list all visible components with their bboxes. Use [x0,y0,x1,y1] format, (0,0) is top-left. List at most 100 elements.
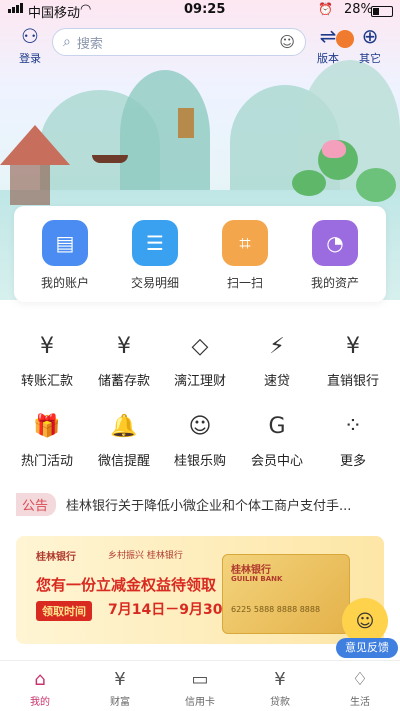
service-label: 桂银乐购 [173,454,226,469]
announcement-badge: 公告 [16,492,57,516]
tab-label: 我的 [30,697,50,708]
lotus-leaf [356,168,396,202]
promo-time-label: 领取时间 [36,601,92,621]
service-label: 微信提醒 [97,454,150,469]
tab-life[interactable]: ♢ 生活 [320,669,400,708]
quick-action-label: 交易明细 [130,276,179,290]
quick-action-transactions[interactable]: ☰ 交易明细 [120,220,190,291]
pavilion [10,165,50,205]
carrier-name: 中国移动 [28,6,81,21]
partner-logo-text: 乡村振兴 桂林银行 [108,551,183,561]
battery-icon [371,6,393,17]
wechat-alert-icon: 🔔 [110,413,138,439]
login-button[interactable]: ⚇ 登录 [10,24,50,66]
version-label: 版本 [317,52,339,65]
bank-logo-text: 桂林银行 [36,552,76,563]
service-hot-activities[interactable]: 🎁 热门活动 [7,408,87,470]
clock: 09:25 [184,2,226,17]
service-transfer[interactable]: ¥ 转账汇款 [7,328,87,390]
tab-label: 贷款 [270,697,290,708]
feedback-label: 意见反馈 [336,638,398,658]
tab-label: 信用卡 [185,697,215,708]
service-shopping[interactable]: ☺ 桂银乐购 [160,408,240,470]
service-label: 更多 [339,454,366,469]
service-label: 会员中心 [250,454,303,469]
credit-card-icon: ▭ [191,669,209,690]
login-label: 登录 [19,52,41,65]
promo-banner[interactable]: 桂林银行 乡村振兴 桂林银行 您有一份立减金权益待领取 领取时间 7月14日－9… [16,536,384,644]
gift-icon: 🎁 [33,413,61,439]
service-label: 速贷 [263,374,290,389]
service-label: 漓江理财 [173,374,226,389]
other-button[interactable]: ⊕ 其它 [350,24,390,66]
bottom-tab-bar: ⌂ 我的 ¥ 财富 ▭ 信用卡 ¥ 贷款 ♢ 生活 [0,660,400,711]
search-icon: ⌕ [63,34,71,50]
status-bar: 中国移动 ◠ 09:25 ⏰ 28% [0,0,400,22]
service-member-center[interactable]: G 会员中心 [237,408,317,470]
home-icon: ⌂ [34,669,46,690]
account-card-icon: ▤ [42,220,88,266]
transaction-list-icon: ☰ [132,220,178,266]
tab-label: 财富 [110,697,130,708]
tab-loan[interactable]: ¥ 贷款 [240,669,320,708]
card-bank-sub: GUILIN BANK [231,575,283,583]
card-number: 6225 5888 8888 8888 [231,605,321,614]
assets-pie-icon: ◔ [312,220,358,266]
assistant-robot-icon[interactable]: ☺ [279,33,295,51]
service-label: 储蓄存款 [97,374,150,389]
more-grid-icon: ⁘ [343,413,363,439]
mountain [120,70,210,200]
promo-date-range: 7月14日－9月30日 [108,602,237,618]
quick-actions-card: ▤ 我的账户 ☰ 交易明细 ⌗ 扫一扫 ◔ 我的资产 [14,206,386,302]
plus-circle-icon: ⊕ [361,24,379,48]
quick-action-my-account[interactable]: ▤ 我的账户 [30,220,100,291]
boat [92,155,128,163]
service-more[interactable]: ⁘ 更多 [313,408,393,470]
quick-action-label: 扫一扫 [226,276,263,290]
service-label: 热门活动 [20,454,73,469]
quick-action-label: 我的资产 [310,276,359,290]
signal-icon [8,3,23,13]
service-label: 直销银行 [326,374,379,389]
shopping-bag-icon: ☺ [188,413,212,439]
feedback-button[interactable]: ☺ 意见反馈 [334,598,400,660]
life-bag-icon: ♢ [351,669,369,690]
credit-card-image: 桂林银行 GUILIN BANK 6225 5888 8888 8888 [222,554,350,634]
service-direct-bank[interactable]: ¥ 直销银行 [313,328,393,390]
service-wechat-alert[interactable]: 🔔 微信提醒 [84,408,164,470]
wealth-icon: ◇ [191,333,209,359]
transfer-icon: ¥ [40,333,54,359]
loan-tab-icon: ¥ [274,669,286,690]
user-icon: ⚇ [21,24,39,48]
version-button[interactable]: ⇌ 版本 [308,24,348,66]
service-wealth[interactable]: ◇ 漓江理财 [160,328,240,390]
other-label: 其它 [359,52,381,65]
service-label: 转账汇款 [20,374,73,389]
switch-icon: ⇌ [319,24,337,48]
member-icon: G [268,413,286,439]
service-savings[interactable]: ¥ 储蓄存款 [84,328,164,390]
direct-bank-icon: ¥ [346,333,360,359]
card-bank-name: 桂林银行 [231,565,271,576]
quick-action-my-assets[interactable]: ◔ 我的资产 [300,220,370,291]
search-input[interactable]: ⌕ 搜索 ☺ [52,28,306,56]
tab-wealth[interactable]: ¥ 财富 [80,669,160,708]
wealth-tab-icon: ¥ [114,669,126,690]
promo-title: 您有一份立减金权益待领取 [36,576,217,594]
alarm-icon: ⏰ [318,2,333,16]
announcement-text: 桂林银行关于降低小微企业和个体工商户支付手... [66,498,352,514]
search-placeholder: 搜索 [76,36,103,52]
announcement-bar[interactable]: 公告 桂林银行关于降低小微企业和个体工商户支付手... [16,492,386,516]
service-loan[interactable]: ⚡ 速贷 [237,328,317,390]
battery-percent: 28% [344,2,373,17]
lotus-flower [322,140,346,158]
savings-icon: ¥ [117,333,131,359]
tab-credit-card[interactable]: ▭ 信用卡 [160,669,240,708]
loan-icon: ⚡ [269,333,285,359]
pagoda [178,108,194,138]
tab-mine[interactable]: ⌂ 我的 [0,669,80,708]
quick-action-scan[interactable]: ⌗ 扫一扫 [210,220,280,291]
scan-icon: ⌗ [222,220,268,266]
quick-action-label: 我的账户 [40,276,89,290]
lotus-leaf [292,170,326,196]
